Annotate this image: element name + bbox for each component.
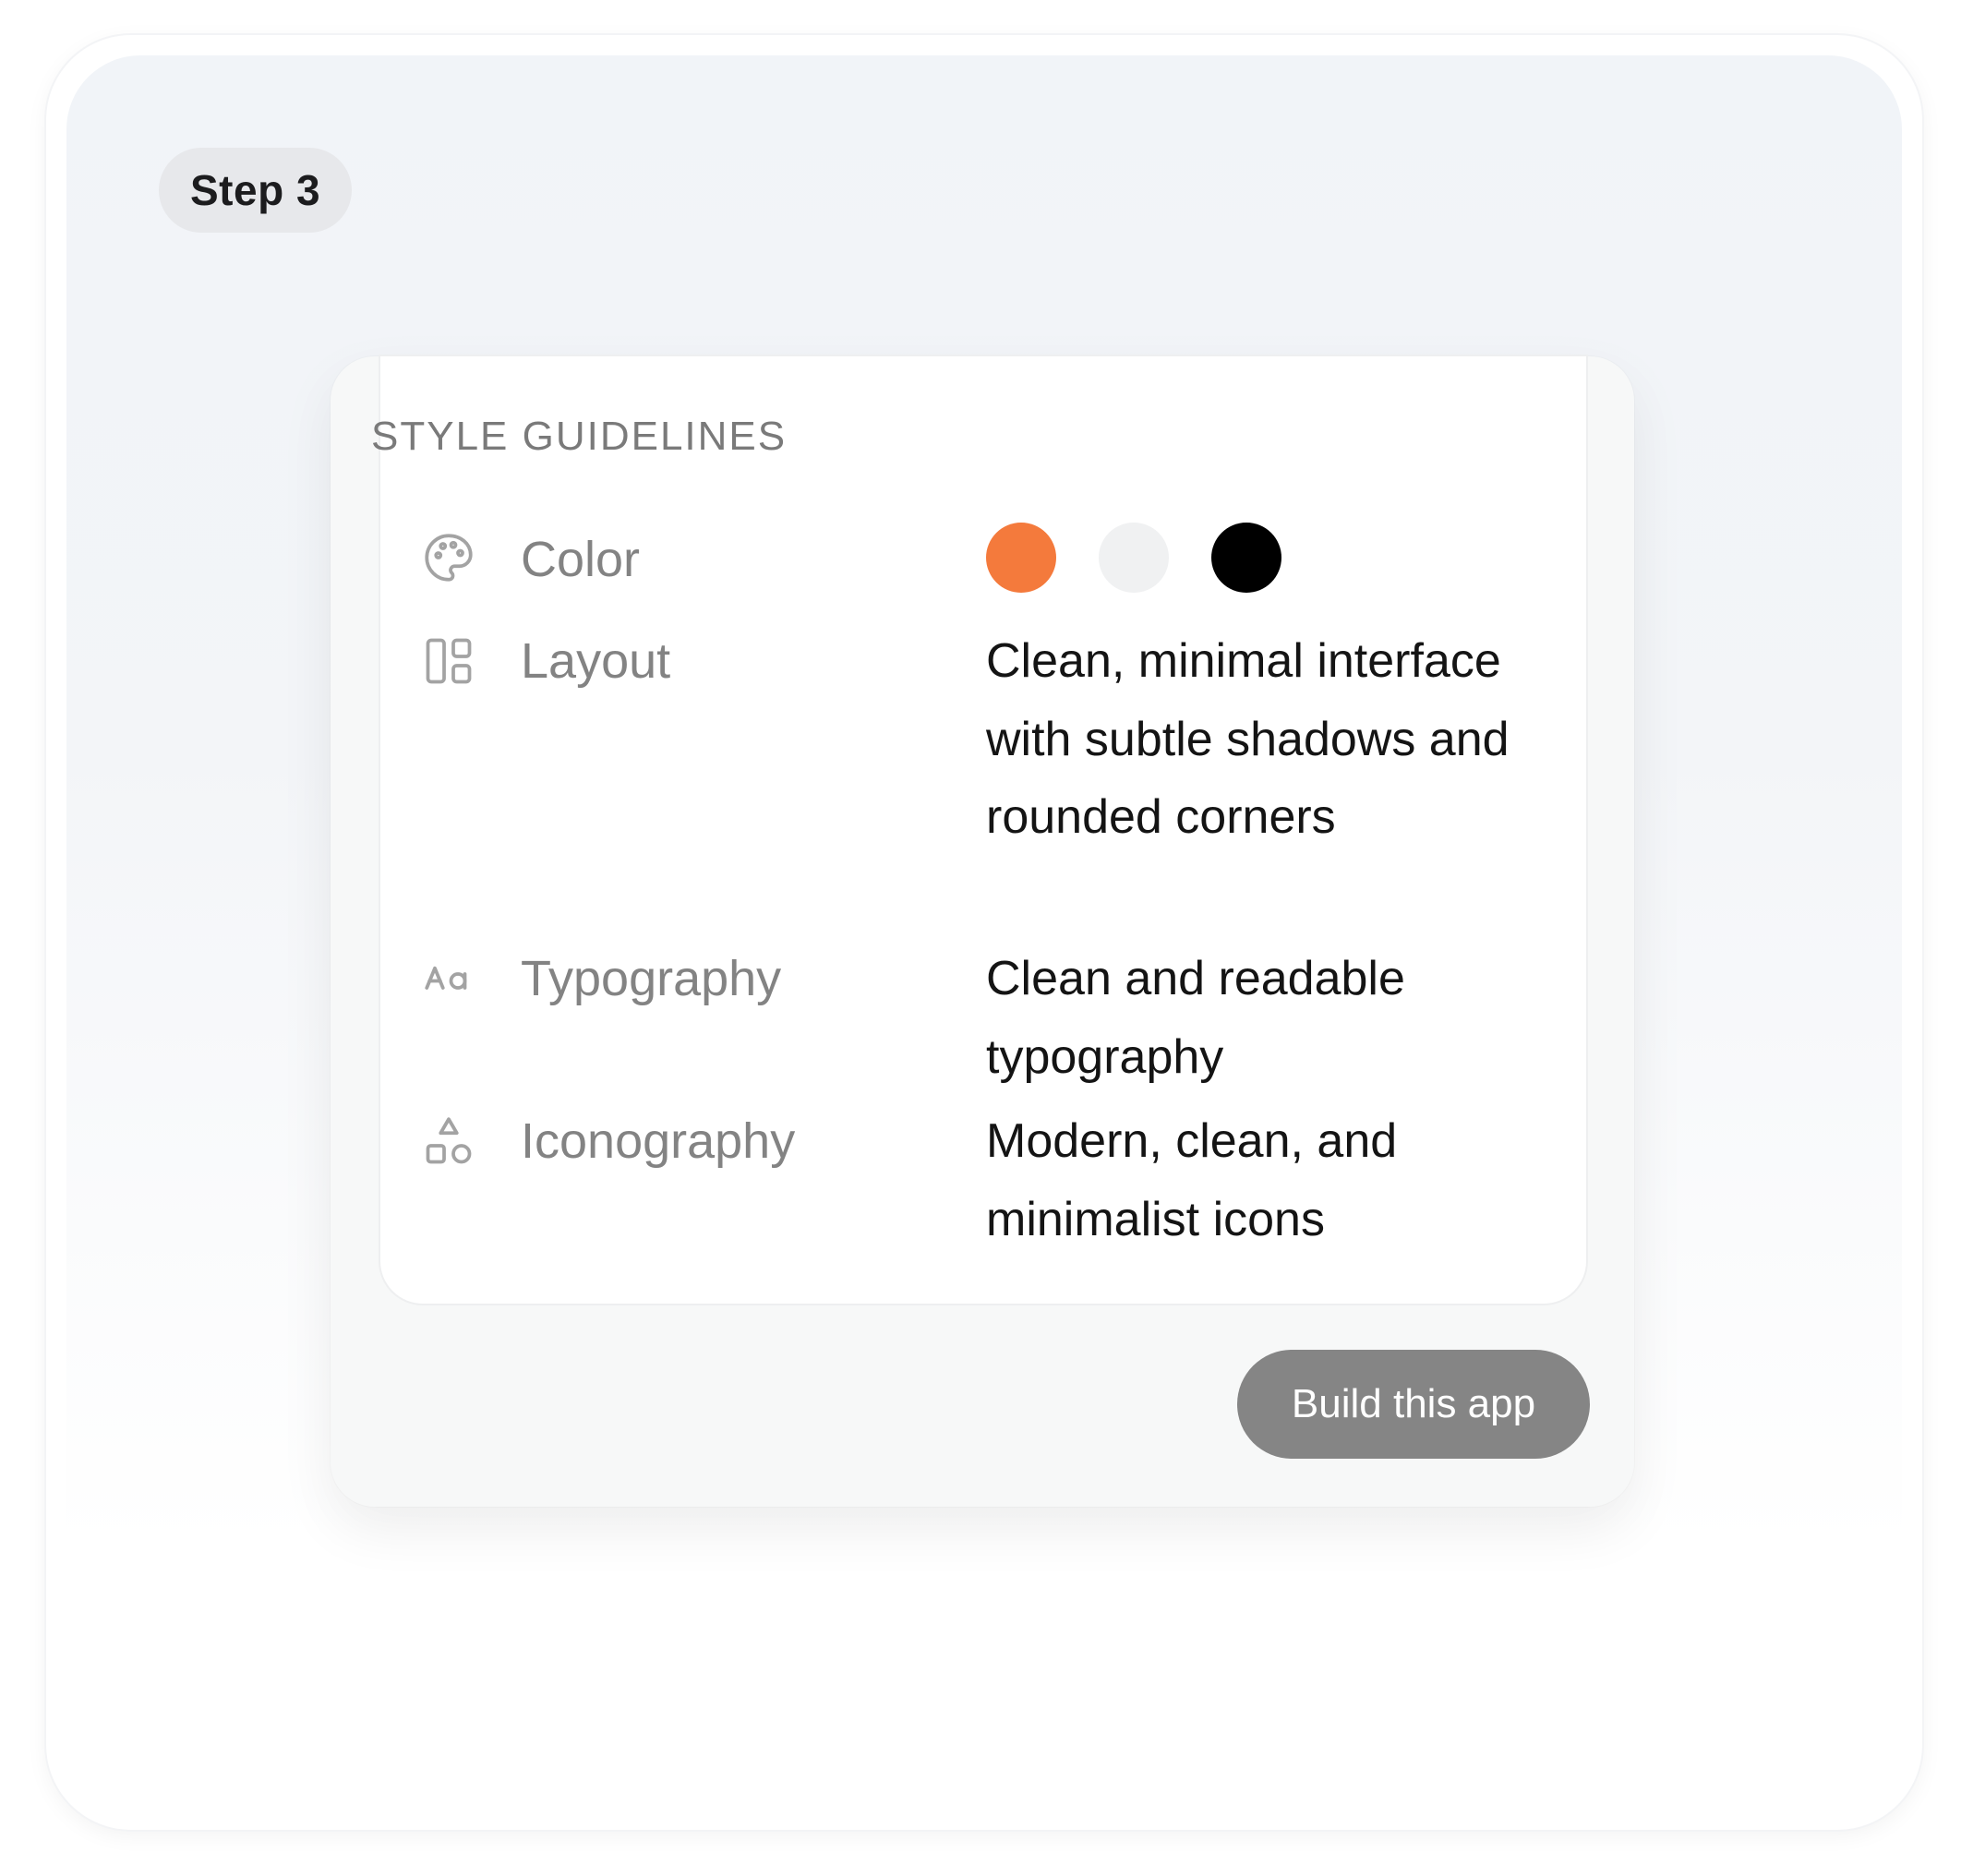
step-badge-label: Step 3 xyxy=(190,166,321,214)
color-swatch-orange xyxy=(986,523,1056,593)
row-value-iconography: Modern, clean, and minimalist icons xyxy=(986,1114,1398,1246)
row-value-typography: Clean and readable typography xyxy=(986,952,1405,1084)
color-swatch-light-gray xyxy=(1099,523,1169,593)
step-badge: Step 3 xyxy=(159,148,353,233)
build-button-label: Build this app xyxy=(1291,1381,1536,1426)
color-swatch-black xyxy=(1211,523,1281,593)
row-label-color: Color xyxy=(521,532,641,587)
shapes-icon xyxy=(421,1113,476,1169)
row-label-layout: Layout xyxy=(521,633,671,689)
row-value-layout: Clean, minimal interface with subtle sha… xyxy=(986,634,1510,844)
palette-icon xyxy=(421,530,476,585)
row-label-iconography: Iconography xyxy=(521,1113,796,1169)
section-title: STYLE GUIDELINES xyxy=(371,414,788,459)
layout-icon xyxy=(421,633,476,689)
typography-icon xyxy=(421,951,476,1006)
build-this-app-button[interactable]: Build this app xyxy=(1237,1350,1590,1459)
row-label-typography: Typography xyxy=(521,951,782,1006)
